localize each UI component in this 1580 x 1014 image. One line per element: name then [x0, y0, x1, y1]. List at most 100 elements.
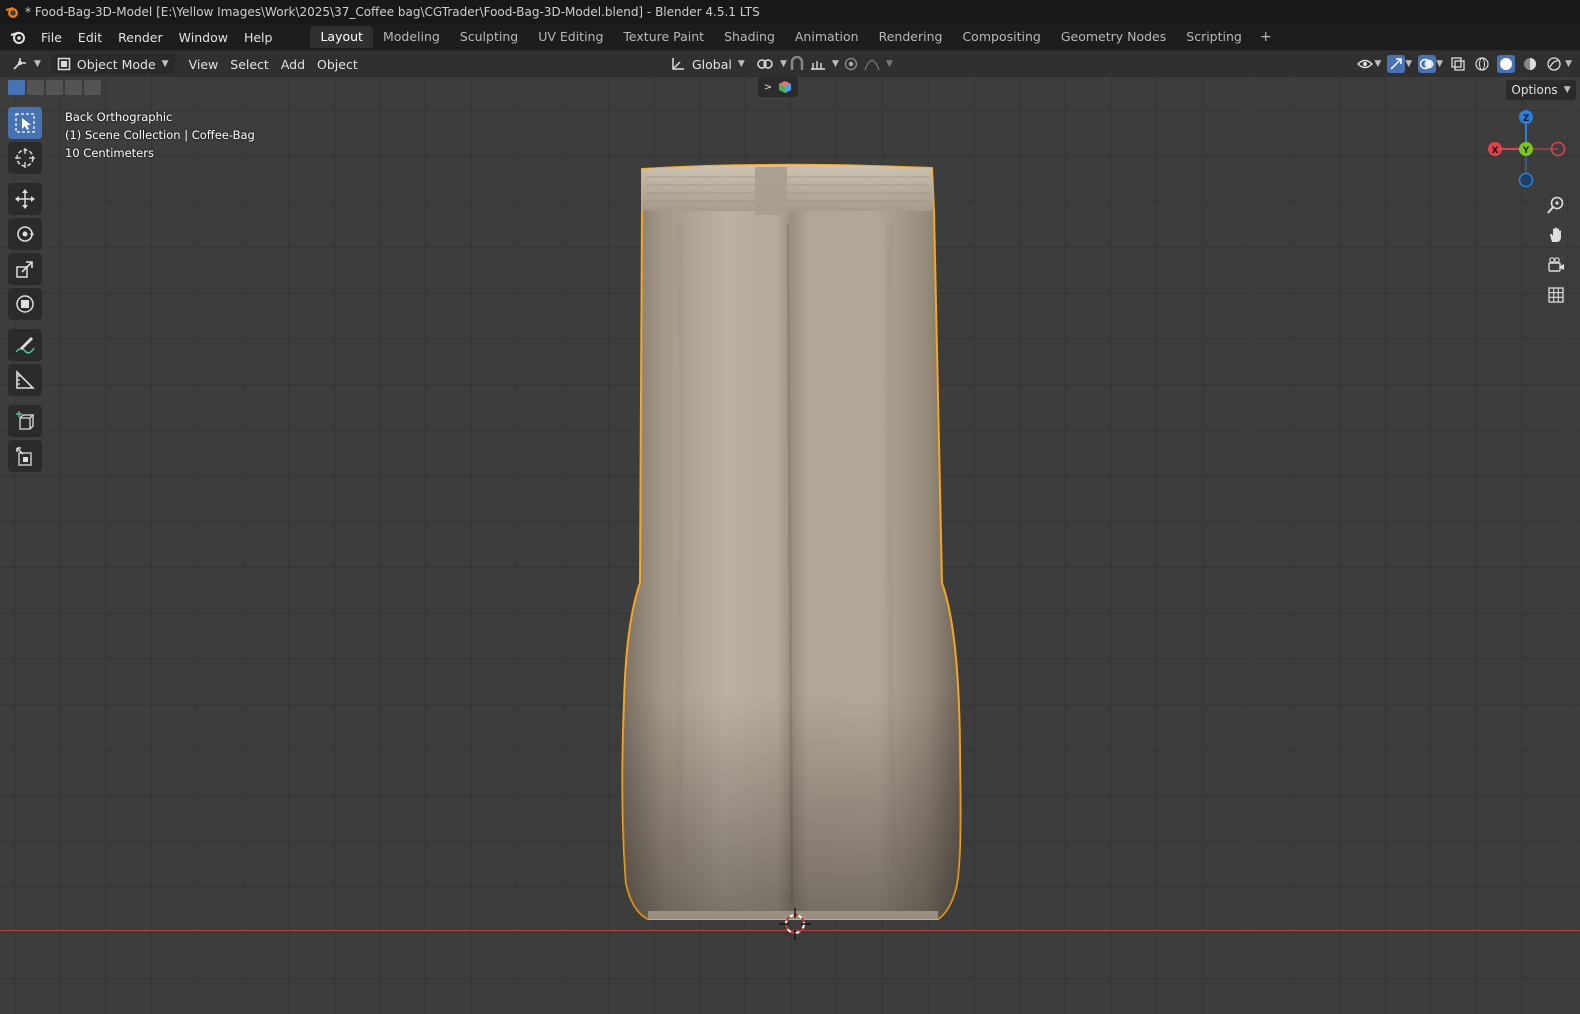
coffee-bag-model[interactable] — [620, 163, 965, 925]
grid-icon — [1548, 287, 1564, 303]
tool-shelf — [8, 107, 48, 475]
menu-help[interactable]: Help — [236, 30, 281, 45]
tab-geometry-nodes[interactable]: Geometry Nodes — [1051, 26, 1176, 48]
gizmo-z-label: Z — [1523, 114, 1530, 124]
rendered-shading-icon[interactable] — [1545, 55, 1563, 73]
chevron-down-icon: ▼ — [1563, 85, 1571, 95]
editor-type-button[interactable]: ▼ — [6, 54, 47, 74]
chevron-down-icon: ▼ — [886, 59, 893, 69]
annotate-tool[interactable] — [8, 329, 42, 361]
transform-tool[interactable] — [8, 288, 42, 320]
proportional-falloff-button[interactable]: ▼ — [858, 54, 899, 74]
menu-render[interactable]: Render — [110, 30, 171, 45]
rotate-icon — [17, 226, 34, 242]
extrude-icon — [16, 447, 32, 466]
add-workspace-button[interactable]: + — [1252, 26, 1280, 48]
header-menu-add[interactable]: Add — [275, 54, 311, 74]
header-menu-object[interactable]: Object — [311, 54, 364, 74]
move-icon — [15, 189, 35, 209]
select-invert-mode-button[interactable] — [65, 80, 82, 95]
chevron-down-icon[interactable]: ▼ — [1436, 59, 1443, 69]
snap-increment-icon — [811, 61, 825, 70]
overlays-toggle-icon[interactable] — [1418, 55, 1437, 73]
add-cube-tool[interactable] — [8, 405, 42, 437]
proportional-icon — [844, 57, 858, 71]
3d-cursor-icon[interactable] — [779, 908, 811, 940]
projection-toggle-button[interactable] — [1542, 281, 1570, 309]
chevron-down-icon[interactable]: ▼ — [1374, 59, 1381, 69]
selection-mode-buttons — [8, 80, 101, 95]
title-bar: * Food-Bag-3D-Model [E:\Yellow Images\Wo… — [0, 0, 1580, 24]
hand-icon — [1550, 227, 1561, 242]
blender-menu-icon[interactable] — [9, 28, 27, 46]
chevron-down-icon: ▼ — [737, 59, 745, 69]
tab-uv-editing[interactable]: UV Editing — [528, 26, 613, 48]
zoom-icon — [1547, 196, 1564, 214]
object-mode-icon — [57, 57, 71, 71]
pivot-icon — [757, 59, 773, 69]
tab-compositing[interactable]: Compositing — [952, 26, 1050, 48]
tab-sculpting[interactable]: Sculpting — [450, 26, 528, 48]
scene-stats-icon — [779, 81, 792, 93]
editor-type-icon — [13, 58, 26, 70]
visibility-icon[interactable] — [1356, 55, 1374, 73]
tab-rendering[interactable]: Rendering — [869, 26, 953, 48]
select-new-mode-button[interactable] — [8, 80, 25, 95]
asset-shelf-toggle[interactable]: > — [758, 77, 798, 97]
transform-orientation-selector[interactable]: Global ▼ — [664, 54, 751, 74]
tab-animation[interactable]: Animation — [785, 26, 869, 48]
wireframe-shading-icon[interactable] — [1473, 55, 1491, 73]
tab-modeling[interactable]: Modeling — [373, 26, 450, 48]
select-box-tool[interactable] — [8, 107, 42, 139]
rotate-tool[interactable] — [8, 218, 42, 250]
chevron-down-icon[interactable]: ▼ — [1405, 59, 1412, 69]
zoom-button[interactable] — [1542, 191, 1570, 219]
navigation-gizmo[interactable]: Z X Y — [1486, 107, 1566, 187]
gizmo-x-label: X — [1492, 146, 1499, 156]
select-extend-mode-button[interactable] — [27, 80, 44, 95]
chevron-down-icon[interactable]: ▼ — [1565, 59, 1572, 69]
scale-tool[interactable] — [8, 253, 42, 285]
pan-button[interactable] — [1542, 221, 1570, 249]
material-shading-icon[interactable] — [1521, 55, 1539, 73]
orientation-label: Global — [692, 56, 732, 72]
menu-window[interactable]: Window — [171, 30, 236, 45]
menu-file[interactable]: File — [33, 30, 70, 45]
camera-view-button[interactable] — [1542, 251, 1570, 279]
camera-icon — [1548, 257, 1564, 272]
gizmo-toggle-icon[interactable] — [1387, 55, 1406, 73]
cursor-icon — [15, 148, 35, 168]
view-name: Back Orthographic — [65, 110, 173, 124]
header-menu-view[interactable]: View — [183, 54, 225, 74]
falloff-curve-icon — [864, 59, 880, 71]
tab-scripting[interactable]: Scripting — [1176, 26, 1252, 48]
chevron-right-icon: > — [763, 81, 773, 93]
select-intersect-mode-button[interactable] — [84, 80, 101, 95]
viewport-navigation — [1542, 191, 1570, 311]
header-menu-select[interactable]: Select — [224, 54, 275, 74]
window-title: * Food-Bag-3D-Model [E:\Yellow Images\Wo… — [25, 5, 760, 19]
tab-shading[interactable]: Shading — [714, 26, 785, 48]
select-subtract-mode-button[interactable] — [46, 80, 63, 95]
menu-edit[interactable]: Edit — [70, 30, 110, 45]
viewport-header-right: ▼ ▼ ▼ ▼ — [1356, 51, 1572, 77]
mode-label: Object Mode — [76, 56, 156, 72]
tab-texture-paint[interactable]: Texture Paint — [613, 26, 714, 48]
annotate-pencil-icon — [15, 337, 35, 354]
mode-selector[interactable]: Object Mode ▼ — [50, 54, 175, 74]
ruler-icon — [16, 370, 35, 389]
orientation-icon — [672, 58, 684, 70]
3d-viewport[interactable]: > Options ▼ Back Orthographic (1) Scene … — [0, 77, 1580, 1014]
tab-layout[interactable]: Layout — [310, 26, 373, 48]
measure-tool[interactable] — [8, 364, 42, 396]
top-menu-bar: File Edit Render Window Help Layout Mode… — [0, 24, 1580, 50]
move-tool[interactable] — [8, 183, 42, 215]
xray-toggle-icon[interactable] — [1449, 55, 1467, 73]
cursor-tool[interactable] — [8, 142, 42, 174]
extrude-tool[interactable] — [8, 440, 42, 472]
options-dropdown[interactable]: Options ▼ — [1506, 80, 1576, 100]
blender-logo-icon — [5, 7, 18, 18]
grid-scale: 10 Centimeters — [65, 146, 154, 160]
options-label: Options — [1511, 83, 1558, 97]
solid-shading-icon[interactable] — [1497, 55, 1516, 73]
